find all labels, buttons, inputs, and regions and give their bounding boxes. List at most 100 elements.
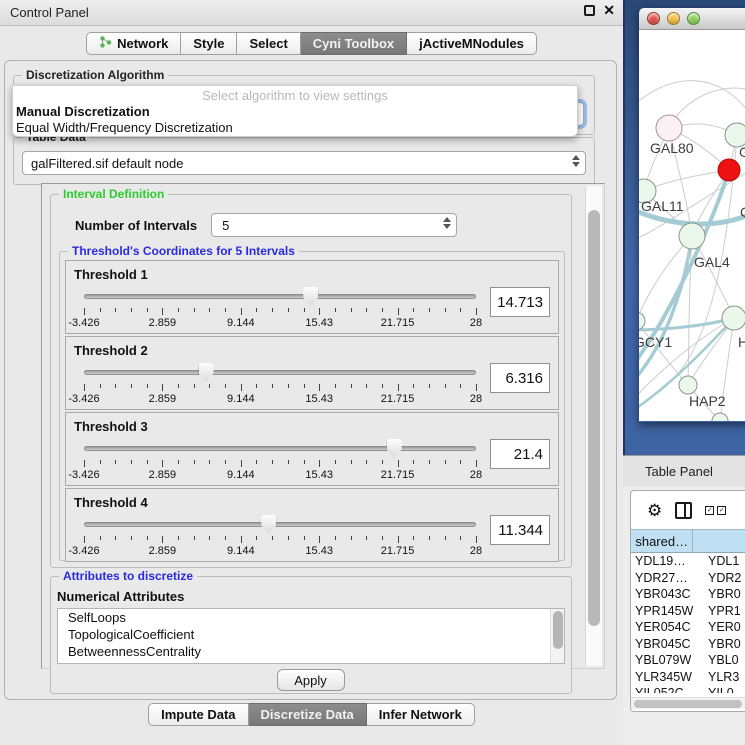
tab-infer-network[interactable]: Infer Network (367, 703, 475, 726)
network-canvas[interactable]: GAL80G.GAL11CGAL4GCY1HHAP2 (639, 30, 745, 421)
table-row[interactable]: YBR045CYBR0 (631, 636, 745, 653)
zoom-traffic-light[interactable] (687, 12, 700, 25)
number-of-intervals-spinner[interactable]: 5 (211, 213, 457, 237)
table-panel-card: ⚙ ✓ ✓ shared…n YDL19…YDL1YDR27…YDR2YBR04… (630, 490, 745, 712)
tick-mark (476, 460, 477, 467)
tick-mark (131, 384, 132, 388)
attribute-item-betweennesscentrality[interactable]: BetweennessCentrality (58, 643, 564, 660)
slider-thumb[interactable] (303, 287, 318, 306)
tick-mark (147, 384, 148, 388)
tick-label: 2.859 (149, 393, 177, 405)
slider-tick-labels: -3.4262.8599.14415.4321.71528 (84, 393, 476, 406)
gear-icon[interactable]: ⚙ (647, 502, 662, 519)
network-node (712, 413, 728, 421)
threshold-2-value-field[interactable]: 6.316 (490, 363, 550, 393)
tick-mark (194, 384, 195, 388)
thresholds-group: Threshold's Coordinates for 5 Intervals … (59, 251, 565, 561)
table-row[interactable]: YPR145WYPR1 (631, 603, 745, 620)
tick-mark (162, 384, 163, 391)
tab-network[interactable]: Network (86, 32, 181, 55)
desktop-background: GAL80G.GAL11CGAL4GCY1HHAP2 (623, 0, 745, 455)
network-graph (639, 30, 745, 421)
tab-cyni-toolbox[interactable]: Cyni Toolbox (301, 32, 407, 55)
table-row[interactable]: YBR043CYBR0 (631, 586, 745, 603)
tick-mark (272, 308, 273, 312)
tick-mark (84, 460, 85, 467)
tick-label: 2.859 (149, 545, 177, 557)
network-node (639, 312, 645, 330)
node-label-g: G. (739, 144, 745, 160)
columns-icon[interactable] (675, 502, 692, 519)
attributes-list-scrollbar-thumb[interactable] (553, 611, 563, 649)
tick-mark (209, 384, 210, 388)
tick-label: 15.43 (305, 317, 333, 329)
network-window: GAL80G.GAL11CGAL4GCY1HHAP2 (639, 8, 745, 422)
threshold-4-slider[interactable]: -3.4262.8599.14415.4321.71528 (84, 513, 476, 559)
tick-mark (84, 384, 85, 391)
table-cell: YIL0 (693, 686, 745, 693)
attribute-item-selfloops[interactable]: SelfLoops (58, 609, 564, 626)
settings-scrollbar[interactable] (585, 186, 602, 666)
tab-discretize-data[interactable]: Discretize Data (249, 703, 367, 726)
tick-label: -3.426 (68, 545, 99, 557)
table-panel-titlebar: Table Panel (623, 455, 745, 487)
tick-mark (162, 308, 163, 315)
threshold-3-slider[interactable]: -3.4262.8599.14415.4321.71528 (84, 437, 476, 483)
threshold-1-value-field[interactable]: 14.713 (490, 287, 550, 317)
algorithm-dropdown-placeholder: Select algorithm to view settings (13, 88, 577, 104)
table-row[interactable]: YDR27…YDR2 (631, 570, 745, 587)
threshold-2-slider[interactable]: -3.4262.8599.14415.4321.71528 (84, 361, 476, 407)
spinner-arrows-icon (443, 217, 451, 229)
table-row[interactable]: YER054CYER0 (631, 619, 745, 636)
table-cell: YDR2 (693, 571, 745, 585)
table-row[interactable]: YIL052CYIL0 (631, 685, 745, 693)
tick-mark (460, 536, 461, 540)
slider-thumb[interactable] (261, 515, 276, 534)
tab-jactivemnodules[interactable]: jActiveMNodules (407, 32, 537, 55)
tick-label: 21.715 (381, 317, 415, 329)
table-row[interactable]: YDL19…YDL1 (631, 553, 745, 570)
threshold-3-value-field[interactable]: 21.4 (490, 439, 550, 469)
algorithm-option-manual-discretization[interactable]: Manual Discretization (13, 104, 577, 120)
close-icon[interactable]: ✕ (603, 5, 615, 16)
slider-track (84, 294, 476, 299)
apply-button[interactable]: Apply (277, 669, 345, 691)
column-header-n[interactable]: n (693, 530, 745, 552)
tick-mark (162, 460, 163, 467)
table-horizontal-scrollbar[interactable] (631, 697, 745, 709)
tick-mark (178, 308, 179, 312)
threshold-4-value-field[interactable]: 11.344 (490, 515, 550, 545)
slider-ticks (84, 459, 476, 468)
tick-mark (429, 460, 430, 464)
discretization-algorithm-group-title: Discretization Algorithm (22, 68, 168, 82)
close-traffic-light[interactable] (647, 12, 660, 25)
tick-mark (100, 460, 101, 464)
table-row[interactable]: YLR345WYLR3 (631, 669, 745, 686)
numerical-attributes-list[interactable]: SelfLoopsTopologicalCoefficientBetweenne… (57, 608, 565, 664)
select-columns-icon[interactable]: ✓ ✓ (705, 506, 726, 515)
checkbox-icon: ✓ (717, 506, 726, 515)
tab-style[interactable]: Style (181, 32, 237, 55)
column-header-shared[interactable]: shared… (631, 530, 693, 552)
minimize-traffic-light[interactable] (667, 12, 680, 25)
tick-mark (241, 536, 242, 543)
threshold-1-slider[interactable]: -3.4262.8599.14415.4321.71528 (84, 285, 476, 331)
table-cell: YBR043C (631, 587, 693, 601)
tab-select[interactable]: Select (237, 32, 300, 55)
algorithm-option-equal-width-frequency-discretization[interactable]: Equal Width/Frequency Discretization (13, 120, 577, 136)
slider-thumb[interactable] (199, 363, 214, 382)
node-label-gcy1: GCY1 (639, 334, 672, 350)
attributes-list-scrollbar[interactable] (550, 609, 564, 663)
slider-thumb[interactable] (387, 439, 402, 458)
tick-mark (335, 536, 336, 540)
settings-scrollbar-thumb[interactable] (588, 210, 600, 626)
table-data-combobox[interactable]: galFiltered.sif default node (22, 151, 586, 175)
float-window-icon[interactable] (584, 5, 595, 16)
attribute-item-topologicalcoefficient[interactable]: TopologicalCoefficient (58, 626, 564, 643)
threshold-list: Threshold 1-3.4262.8599.14415.4321.71528… (65, 260, 559, 556)
tick-mark (225, 460, 226, 464)
table-horizontal-scrollbar-thumb[interactable] (634, 700, 742, 708)
tick-mark (194, 308, 195, 312)
table-row[interactable]: YBL079WYBL0 (631, 652, 745, 669)
tab-impute-data[interactable]: Impute Data (148, 703, 248, 726)
